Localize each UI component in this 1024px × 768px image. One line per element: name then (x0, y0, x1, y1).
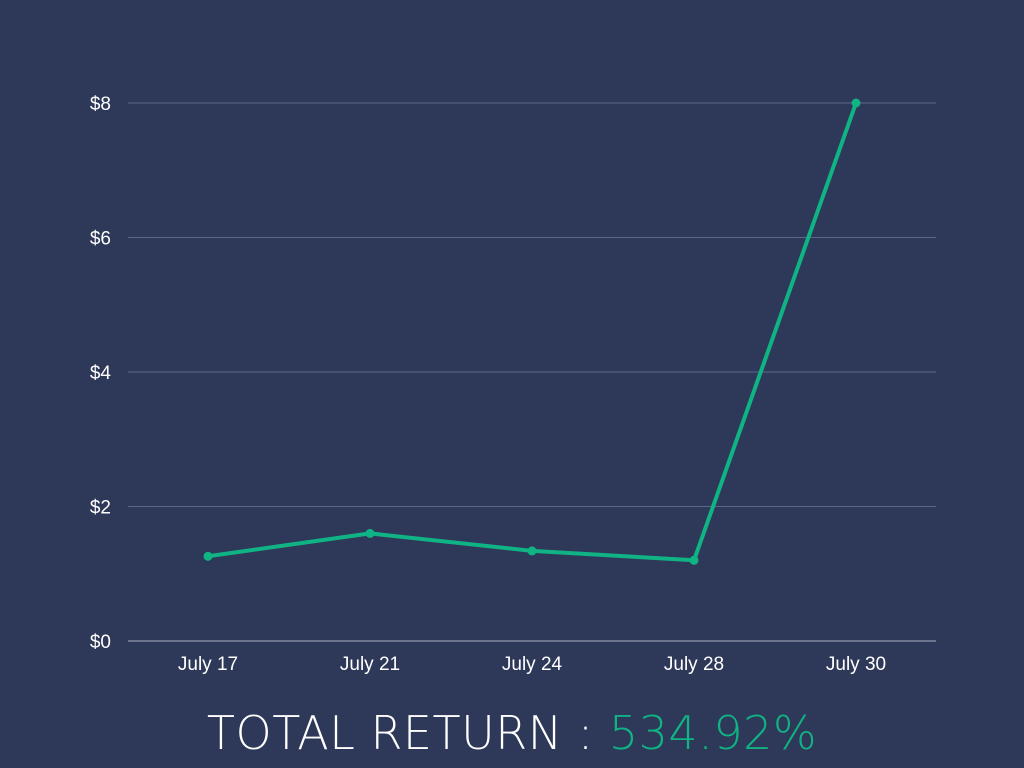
series-layer (203, 98, 861, 565)
x-tick-label: July 24 (502, 654, 563, 675)
x-tick-label: July 17 (178, 654, 238, 675)
total-return-label: TOTAL RETURN : (206, 706, 609, 760)
y-axis-labels: $0 $2 $4 $6 $8 (90, 94, 112, 653)
y-tick-label: $8 (90, 94, 111, 115)
total-return-value: 534.92% (608, 706, 818, 760)
y-tick-label: $2 (90, 498, 111, 519)
x-axis-labels: July 17 July 21 July 24 July 28 July 30 (178, 654, 886, 675)
data-point[interactable] (365, 528, 375, 538)
x-tick-label: July 21 (340, 654, 400, 675)
total-return-banner: TOTAL RETURN : 534.92% (0, 700, 1024, 766)
x-tick-label: July 30 (826, 654, 886, 675)
data-point[interactable] (203, 551, 213, 561)
series-line (206, 101, 858, 563)
price-chart: $0$2$4$6$8 July 17 July 21 July 24 July 28 J… (90, 94, 936, 675)
data-point[interactable] (851, 98, 861, 108)
y-tick-label: $6 (90, 229, 111, 250)
grid-layer (128, 102, 936, 642)
chart-stage: $0 $2 $4 $6 $8 July 17 July 21 July 24 July 28 J… (0, 0, 1024, 768)
y-tick-label: $4 (90, 363, 112, 384)
data-point[interactable] (527, 546, 537, 556)
data-point[interactable] (689, 555, 699, 565)
x-tick-label: July 28 (664, 654, 724, 675)
y-tick-label: $0 (90, 632, 111, 653)
